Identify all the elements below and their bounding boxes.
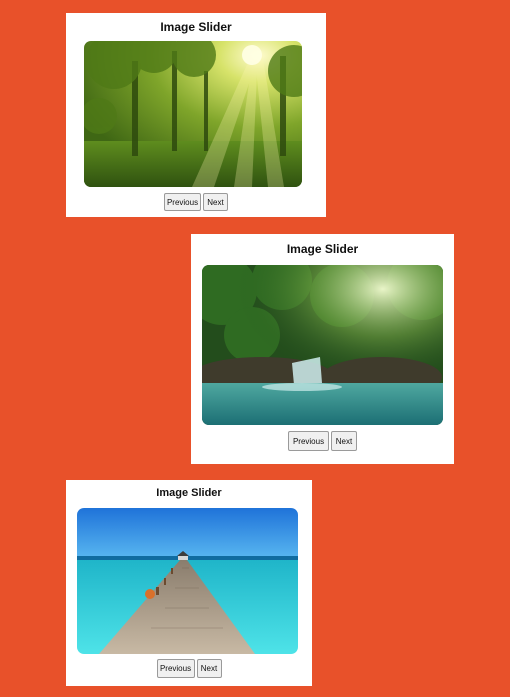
page: { "page": { "background_color": "#e8512a… bbox=[0, 0, 510, 697]
image-slider-card: Image Slider Previous Next bbox=[191, 234, 454, 464]
previous-button[interactable]: Previous bbox=[288, 431, 329, 451]
image-slider-card: Image Slider Previous Next bbox=[66, 13, 326, 217]
slider-controls: Previous Next bbox=[66, 193, 326, 211]
slider-title: Image Slider bbox=[160, 20, 232, 34]
next-button[interactable]: Next bbox=[203, 193, 228, 211]
next-button[interactable]: Next bbox=[331, 431, 357, 451]
slide-image-waterfall bbox=[202, 265, 443, 425]
slider-controls: Previous Next bbox=[191, 431, 454, 451]
slide-image-forest bbox=[84, 41, 302, 187]
previous-button[interactable]: Previous bbox=[164, 193, 201, 211]
slider-controls: Previous Next bbox=[66, 659, 312, 678]
previous-button[interactable]: Previous bbox=[156, 659, 195, 678]
next-button[interactable]: Next bbox=[196, 659, 222, 678]
image-slider-card: Image Slider Previous Next bbox=[66, 480, 312, 686]
slide-image-pier bbox=[77, 508, 298, 654]
slider-title: Image Slider bbox=[286, 242, 359, 256]
slider-title: Image Slider bbox=[156, 487, 222, 499]
